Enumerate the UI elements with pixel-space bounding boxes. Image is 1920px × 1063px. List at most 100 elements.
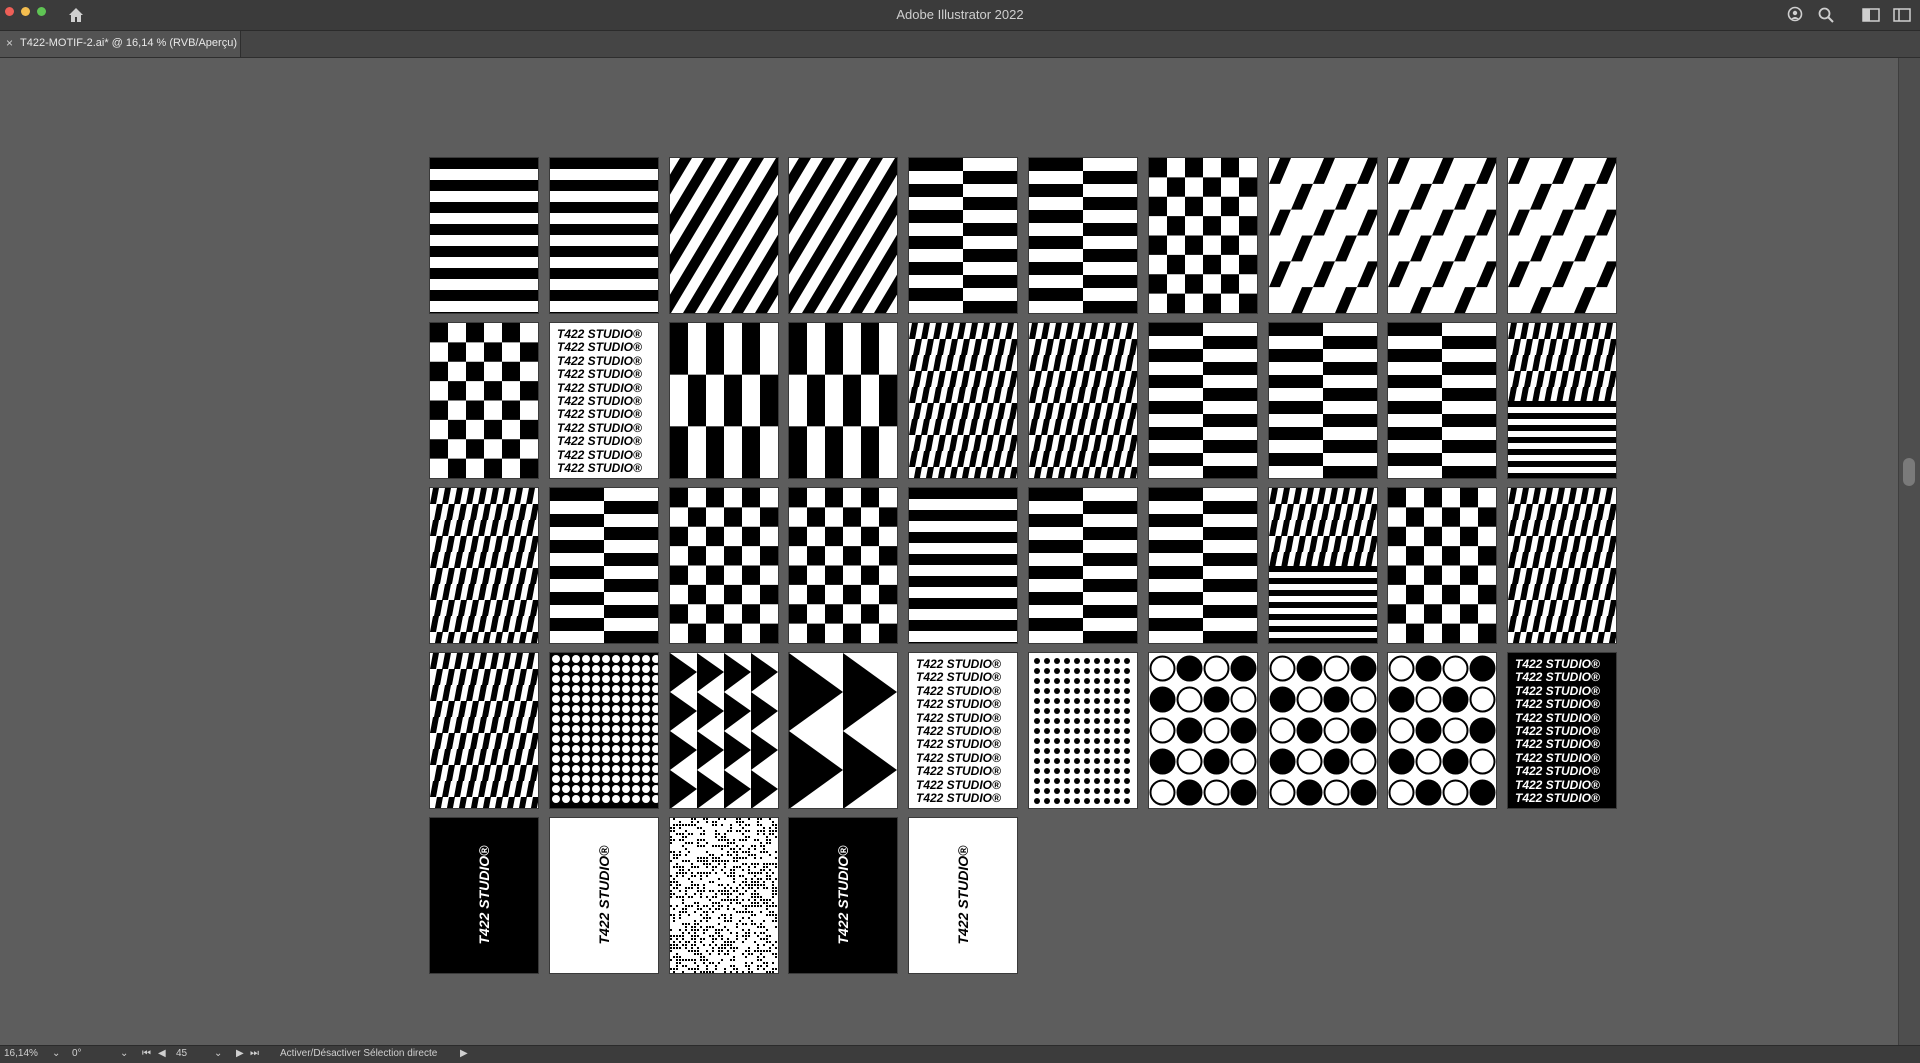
artboard-thumbnail[interactable]	[788, 487, 898, 644]
artboard-thumbnail[interactable]	[1148, 487, 1258, 644]
artboard-thumbnail[interactable]: T422 STUDIO® T422 STUDIO® T422 STUDIO® T422…	[549, 322, 659, 479]
artboard-thumbnail[interactable]	[1387, 652, 1497, 809]
artboard-thumbnail[interactable]	[549, 157, 659, 314]
brand-text-line: T422 STUDIO®	[916, 710, 1001, 725]
brand-text-line: T422 STUDIO®	[557, 380, 642, 395]
artboard-dropdown-icon[interactable]: ⌄	[214, 1048, 222, 1059]
artboard-thumbnail[interactable]: T422 STUDIO® T422 STUDIO® T422 STUDIO® T422…	[908, 652, 1018, 809]
artboard-thumbnail[interactable]	[1148, 157, 1258, 314]
artboard-thumbnail[interactable]	[1148, 652, 1258, 809]
brand-text-line: T422 STUDIO®	[1515, 764, 1600, 779]
artboard-thumbnail[interactable]	[1268, 157, 1378, 314]
artboard-thumbnail[interactable]	[788, 157, 898, 314]
workspace-icon[interactable]	[1862, 6, 1880, 24]
brand-text-line: T422 STUDIO®	[916, 791, 1001, 806]
previous-artboard-icon[interactable]: ◀	[158, 1048, 166, 1059]
brand-text-line: T422 STUDIO®	[557, 461, 642, 476]
document-tab[interactable]: × T422-MOTIF-2.ai* @ 16,14 % (RVB/Aperçu…	[0, 31, 241, 57]
artboard-thumbnail[interactable]	[549, 487, 659, 644]
artboard-thumbnail[interactable]: T422 STUDIO® T422 STUDIO® T422 STUDIO® T422…	[1507, 652, 1617, 809]
brand-text-line: T422 STUDIO®	[916, 697, 1001, 712]
close-tab-icon[interactable]: ×	[6, 36, 13, 50]
brand-text-rotated: T422 STUDIO®	[476, 845, 492, 945]
zoom-dropdown-icon[interactable]: ⌄	[52, 1048, 60, 1059]
brand-text-line: T422 STUDIO®	[1515, 791, 1600, 806]
artboard-thumbnail[interactable]	[549, 652, 659, 809]
panels-icon[interactable]	[1893, 6, 1911, 24]
brand-text-line: T422 STUDIO®	[557, 407, 642, 422]
artboard-thumbnail[interactable]	[669, 652, 779, 809]
vertical-scrollbar[interactable]	[1898, 58, 1920, 1045]
status-bar: 16,14% ⌄ 0° ⌄ ⏮ ◀ 45 ⌄ ▶ ⏭ Activer/Désac…	[0, 1045, 1920, 1063]
artboard-thumbnail[interactable]	[1268, 487, 1378, 644]
brand-text-line: T422 STUDIO®	[1515, 710, 1600, 725]
next-artboard-icon[interactable]: ▶	[236, 1048, 244, 1059]
search-icon[interactable]	[1817, 6, 1835, 24]
brand-text-rotated: T422 STUDIO®	[596, 845, 612, 945]
artboard-thumbnail[interactable]	[1028, 487, 1138, 644]
artboard-thumbnail[interactable]: T422 STUDIO®	[549, 817, 659, 974]
artboard-thumbnail[interactable]	[669, 817, 779, 974]
status-menu-icon[interactable]: ▶	[460, 1048, 468, 1059]
brand-text-line: T422 STUDIO®	[916, 657, 1001, 671]
vertical-scrollbar-thumb[interactable]	[1903, 458, 1915, 486]
brand-text-line: T422 STUDIO®	[916, 670, 1001, 685]
artboard-thumbnail[interactable]	[1507, 157, 1617, 314]
brand-text-block: T422 STUDIO® T422 STUDIO® T422 STUDIO® T422…	[557, 327, 642, 476]
artboard-thumbnail[interactable]	[669, 157, 779, 314]
artboard-thumbnail[interactable]	[669, 487, 779, 644]
artboard-thumbnail[interactable]: T422 STUDIO®	[788, 817, 898, 974]
artboard-thumbnail[interactable]	[1507, 322, 1617, 479]
brand-text-line: T422 STUDIO®	[557, 420, 642, 435]
artboard-thumbnail[interactable]	[788, 652, 898, 809]
brand-text-line: T422 STUDIO®	[916, 724, 1001, 739]
rotation-field[interactable]: 0°	[72, 1048, 82, 1059]
artboard-thumbnail[interactable]	[669, 322, 779, 479]
artboard-thumbnail[interactable]	[1028, 322, 1138, 479]
brand-text-line: T422 STUDIO®	[1515, 737, 1600, 752]
artboard-number-field[interactable]: 45	[176, 1048, 187, 1059]
artboard-thumbnail[interactable]	[1268, 322, 1378, 479]
artboard-thumbnail[interactable]	[429, 322, 539, 479]
artboard-thumbnail[interactable]	[908, 157, 1018, 314]
brand-text-rotated: T422 STUDIO®	[835, 845, 851, 945]
last-artboard-icon[interactable]: ⏭	[250, 1048, 259, 1059]
artboard-thumbnail[interactable]	[908, 322, 1018, 479]
brand-text-line: T422 STUDIO®	[1515, 697, 1600, 712]
brand-text-line: T422 STUDIO®	[1515, 750, 1600, 765]
brand-text-line: T422 STUDIO®	[1515, 670, 1600, 685]
discover-icon[interactable]	[1787, 6, 1805, 24]
brand-text-line: T422 STUDIO®	[916, 750, 1001, 765]
artboard-thumbnail[interactable]	[1387, 487, 1497, 644]
brand-text-line: T422 STUDIO®	[1515, 724, 1600, 739]
artboard-thumbnail[interactable]	[1507, 487, 1617, 644]
brand-text-rotated: T422 STUDIO®	[955, 845, 971, 945]
artboard-thumbnail[interactable]	[1148, 322, 1258, 479]
artboard-canvas[interactable]: T422 STUDIO® T422 STUDIO® T422 STUDIO® T422…	[0, 58, 1898, 1045]
zoom-field[interactable]: 16,14%	[4, 1048, 38, 1059]
artboard-thumbnail[interactable]	[1028, 652, 1138, 809]
brand-text-line: T422 STUDIO®	[1515, 683, 1600, 698]
brand-text-line: T422 STUDIO®	[916, 683, 1001, 698]
artboard-thumbnail[interactable]	[1268, 652, 1378, 809]
artboard-thumbnail[interactable]	[1028, 157, 1138, 314]
brand-text-line: T422 STUDIO®	[916, 777, 1001, 792]
artboard-thumbnail[interactable]: T422 STUDIO®	[908, 817, 1018, 974]
artboard-thumbnail[interactable]	[788, 322, 898, 479]
first-artboard-icon[interactable]: ⏮	[142, 1048, 151, 1059]
brand-text-block: T422 STUDIO® T422 STUDIO® T422 STUDIO® T422…	[1515, 657, 1600, 806]
artboard-thumbnail[interactable]	[429, 652, 539, 809]
brand-text-line: T422 STUDIO®	[557, 340, 642, 355]
artboard-thumbnail[interactable]	[908, 487, 1018, 644]
artboard-thumbnail[interactable]: T422 STUDIO®	[429, 817, 539, 974]
rotation-dropdown-icon[interactable]: ⌄	[120, 1048, 128, 1059]
artboard-thumbnail[interactable]	[1387, 322, 1497, 479]
title-bar: Adobe Illustrator 2022	[0, 0, 1920, 31]
document-tab-bar: × T422-MOTIF-2.ai* @ 16,14 % (RVB/Aperçu…	[0, 31, 1920, 58]
brand-text-line: T422 STUDIO®	[557, 367, 642, 382]
artboard-thumbnail[interactable]	[429, 157, 539, 314]
artboard-thumbnail[interactable]	[429, 487, 539, 644]
brand-text-block: T422 STUDIO® T422 STUDIO® T422 STUDIO® T422…	[916, 657, 1001, 806]
artboard-thumbnail[interactable]	[1387, 157, 1497, 314]
tool-hint: Activer/Désactiver Sélection directe	[280, 1048, 438, 1059]
